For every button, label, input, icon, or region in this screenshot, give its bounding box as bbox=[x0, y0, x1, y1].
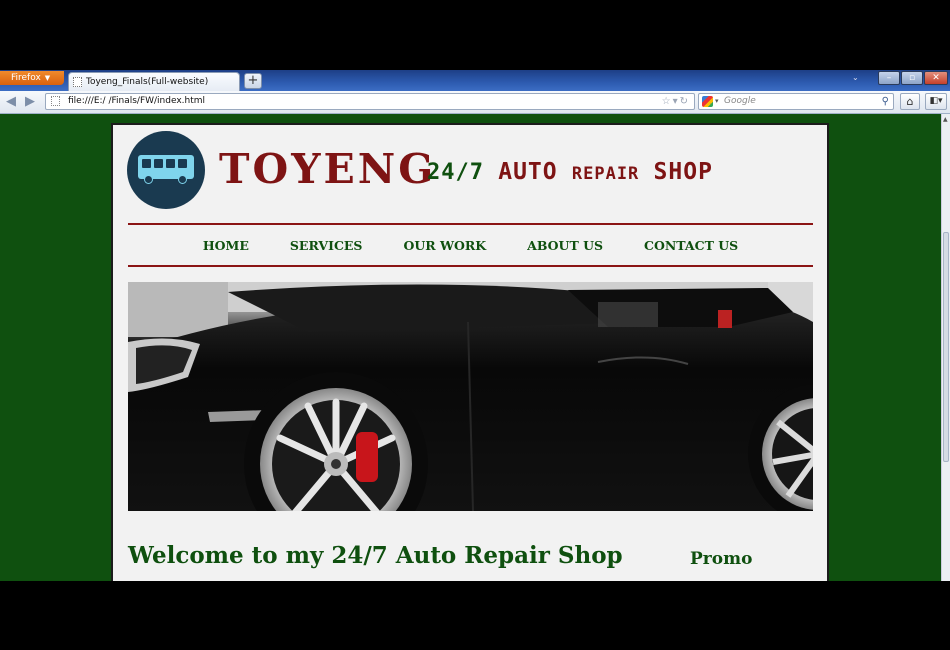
nav-divider-bottom bbox=[128, 265, 813, 267]
chevron-down-icon: ▼ bbox=[44, 74, 51, 82]
firefox-menu-button[interactable]: Firefox ▼ bbox=[0, 71, 64, 85]
site-container: TOYENG 24/7 AUTO REPAIR SHOP HOME SERVIC… bbox=[111, 123, 829, 581]
new-tab-button[interactable]: + bbox=[244, 73, 262, 89]
reload-icon[interactable]: ↻ bbox=[680, 96, 690, 107]
site-nav: HOME SERVICES OUR WORK ABOUT US CONTACT … bbox=[128, 225, 813, 265]
page-scrollbar[interactable]: ▲ bbox=[941, 114, 950, 581]
tagline-number: 24/7 bbox=[427, 160, 484, 185]
minimize-icon[interactable]: – bbox=[878, 71, 900, 85]
scroll-up-icon[interactable]: ▲ bbox=[943, 116, 948, 123]
tagline-repair: REPAIR bbox=[572, 159, 639, 185]
bus-shape bbox=[138, 155, 194, 184]
nav-our-work[interactable]: OUR WORK bbox=[403, 238, 486, 253]
welcome-heading: Welcome to my 24/7 Auto Repair Shop bbox=[128, 542, 623, 569]
site-identity-icon bbox=[51, 96, 60, 106]
hero-car-image bbox=[128, 282, 813, 511]
url-tools: ☆▾↻ bbox=[662, 94, 690, 109]
bus-logo-icon bbox=[127, 131, 205, 209]
site-brand: TOYENG bbox=[219, 145, 437, 193]
back-icon[interactable]: ◀ bbox=[6, 94, 16, 109]
bookmark-star-icon[interactable]: ☆ bbox=[662, 96, 673, 107]
car-illustration bbox=[128, 282, 813, 511]
history-dropdown-icon[interactable]: ▾ bbox=[673, 96, 680, 107]
tagline-auto: AUTO bbox=[498, 159, 558, 185]
maximize-icon[interactable]: ▫ bbox=[901, 71, 923, 85]
tagline-shop: SHOP bbox=[653, 159, 713, 185]
addon-icon[interactable]: ◧▾ bbox=[925, 93, 947, 110]
page-viewport: TOYENG 24/7 AUTO REPAIR SHOP HOME SERVIC… bbox=[0, 114, 941, 581]
tagline-repair-text: REPAIR bbox=[571, 164, 640, 184]
nav-services[interactable]: SERVICES bbox=[290, 238, 363, 253]
engine-dropdown-icon[interactable]: ▾ bbox=[715, 94, 719, 109]
window-controls: – ▫ ✕ bbox=[878, 71, 948, 85]
search-icon[interactable]: ⚲ bbox=[882, 94, 889, 109]
browser-tab[interactable]: Toyeng_Finals(Full-website) bbox=[68, 72, 240, 91]
nav-home[interactable]: HOME bbox=[203, 238, 249, 253]
scrollbar-thumb[interactable] bbox=[943, 232, 949, 462]
letterbox-top bbox=[0, 0, 950, 70]
tab-list-icon[interactable]: ⌄ bbox=[852, 73, 859, 82]
url-bar[interactable]: file:///E:/ /Finals/FW/index.html ☆▾↻ bbox=[45, 93, 695, 110]
letterbox-bottom bbox=[0, 581, 950, 650]
tab-title: Toyeng_Finals(Full-website) bbox=[86, 77, 209, 87]
search-placeholder: Google bbox=[724, 96, 756, 106]
close-icon[interactable]: ✕ bbox=[924, 71, 948, 85]
forward-icon[interactable]: ▶ bbox=[25, 94, 35, 109]
page-icon bbox=[73, 77, 82, 87]
promo-heading: Promo bbox=[690, 549, 753, 569]
firefox-menu-label: Firefox bbox=[11, 73, 41, 83]
google-icon[interactable] bbox=[702, 96, 713, 107]
nav-contact-us[interactable]: CONTACT US bbox=[644, 238, 738, 253]
site-tagline: 24/7 AUTO REPAIR SHOP bbox=[427, 155, 713, 191]
search-bar[interactable]: ▾ Google ⚲ bbox=[698, 93, 894, 110]
url-text: file:///E:/ /Finals/FW/index.html bbox=[68, 96, 206, 106]
nav-about-us[interactable]: ABOUT US bbox=[527, 238, 603, 253]
home-icon[interactable]: ⌂ bbox=[900, 93, 920, 110]
